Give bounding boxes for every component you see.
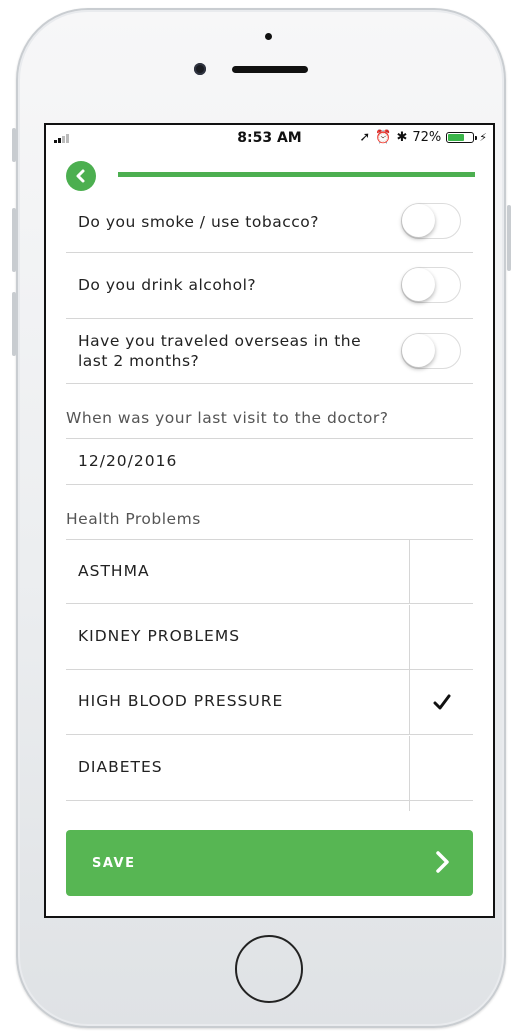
last-visit-field[interactable]: 12/20/2016: [66, 438, 473, 485]
question-travel: Have you traveled overseas in the last 2…: [66, 319, 473, 384]
chevron-left-icon: [76, 169, 85, 183]
battery-fill: [448, 134, 465, 141]
home-button[interactable]: [235, 935, 303, 1003]
earpiece-speaker: [232, 66, 308, 73]
status-bar: 8:53 AM ➚ ⏰ ✱ 72% ⚡: [46, 125, 493, 151]
problem-row-kidney[interactable]: KIDNEY PROBLEMS: [66, 605, 473, 670]
battery-percent: 72%: [412, 130, 442, 145]
progress-bar: [118, 172, 475, 177]
problem-label: HIGH BLOOD PRESSURE: [78, 692, 284, 710]
question-label-line2: last 2 months?: [78, 352, 200, 370]
volume-down-button: [12, 292, 16, 356]
mute-switch: [12, 128, 16, 162]
last-visit-value: 12/20/2016: [78, 452, 178, 470]
problem-row-partial: [66, 801, 473, 811]
health-problems-label: Health Problems: [66, 510, 201, 528]
last-visit-label: When was your last visit to the doctor?: [66, 409, 389, 427]
front-camera: [194, 63, 206, 75]
bluetooth-icon: ✱: [396, 130, 408, 145]
problem-row-asthma[interactable]: ASTHMA: [66, 539, 473, 604]
problem-row-diabetes[interactable]: DIABETES: [66, 736, 473, 801]
proximity-sensor: [265, 33, 272, 40]
volume-up-button: [12, 208, 16, 272]
question-label-line1: Have you traveled overseas in the: [78, 332, 362, 350]
problem-label: DIABETES: [78, 758, 163, 776]
back-button[interactable]: [66, 161, 96, 191]
save-button-label: SAVE: [92, 856, 136, 871]
alarm-icon: ⏰: [375, 130, 392, 145]
diabetes-check-cell[interactable]: [409, 736, 473, 800]
question-alcohol: Do you drink alcohol?: [66, 253, 473, 319]
location-icon: ➚: [359, 130, 371, 145]
alcohol-toggle[interactable]: [401, 267, 461, 303]
question-label: Do you smoke / use tobacco?: [78, 213, 319, 231]
high-blood-pressure-check-cell[interactable]: [409, 670, 473, 734]
asthma-check-cell[interactable]: [409, 540, 473, 603]
problem-label: ASTHMA: [78, 562, 150, 580]
kidney-check-cell[interactable]: [409, 605, 473, 669]
app-screen: 8:53 AM ➚ ⏰ ✱ 72% ⚡ Do you smoke / use t…: [44, 123, 495, 918]
status-right: ➚ ⏰ ✱ 72% ⚡: [359, 130, 487, 145]
power-button: [507, 205, 511, 271]
smoke-toggle[interactable]: [401, 203, 461, 239]
problem-label: KIDNEY PROBLEMS: [78, 627, 241, 645]
charging-icon: ⚡: [479, 131, 487, 144]
question-label: Do you drink alcohol?: [78, 276, 257, 294]
question-smoke: Do you smoke / use tobacco?: [66, 191, 473, 253]
problem-row-high-blood-pressure[interactable]: HIGH BLOOD PRESSURE: [66, 670, 473, 735]
checkmark-icon: [433, 694, 450, 710]
save-button[interactable]: SAVE: [66, 830, 473, 896]
travel-toggle[interactable]: [401, 333, 461, 369]
chevron-right-icon: [436, 851, 449, 873]
battery-icon: [446, 132, 478, 143]
